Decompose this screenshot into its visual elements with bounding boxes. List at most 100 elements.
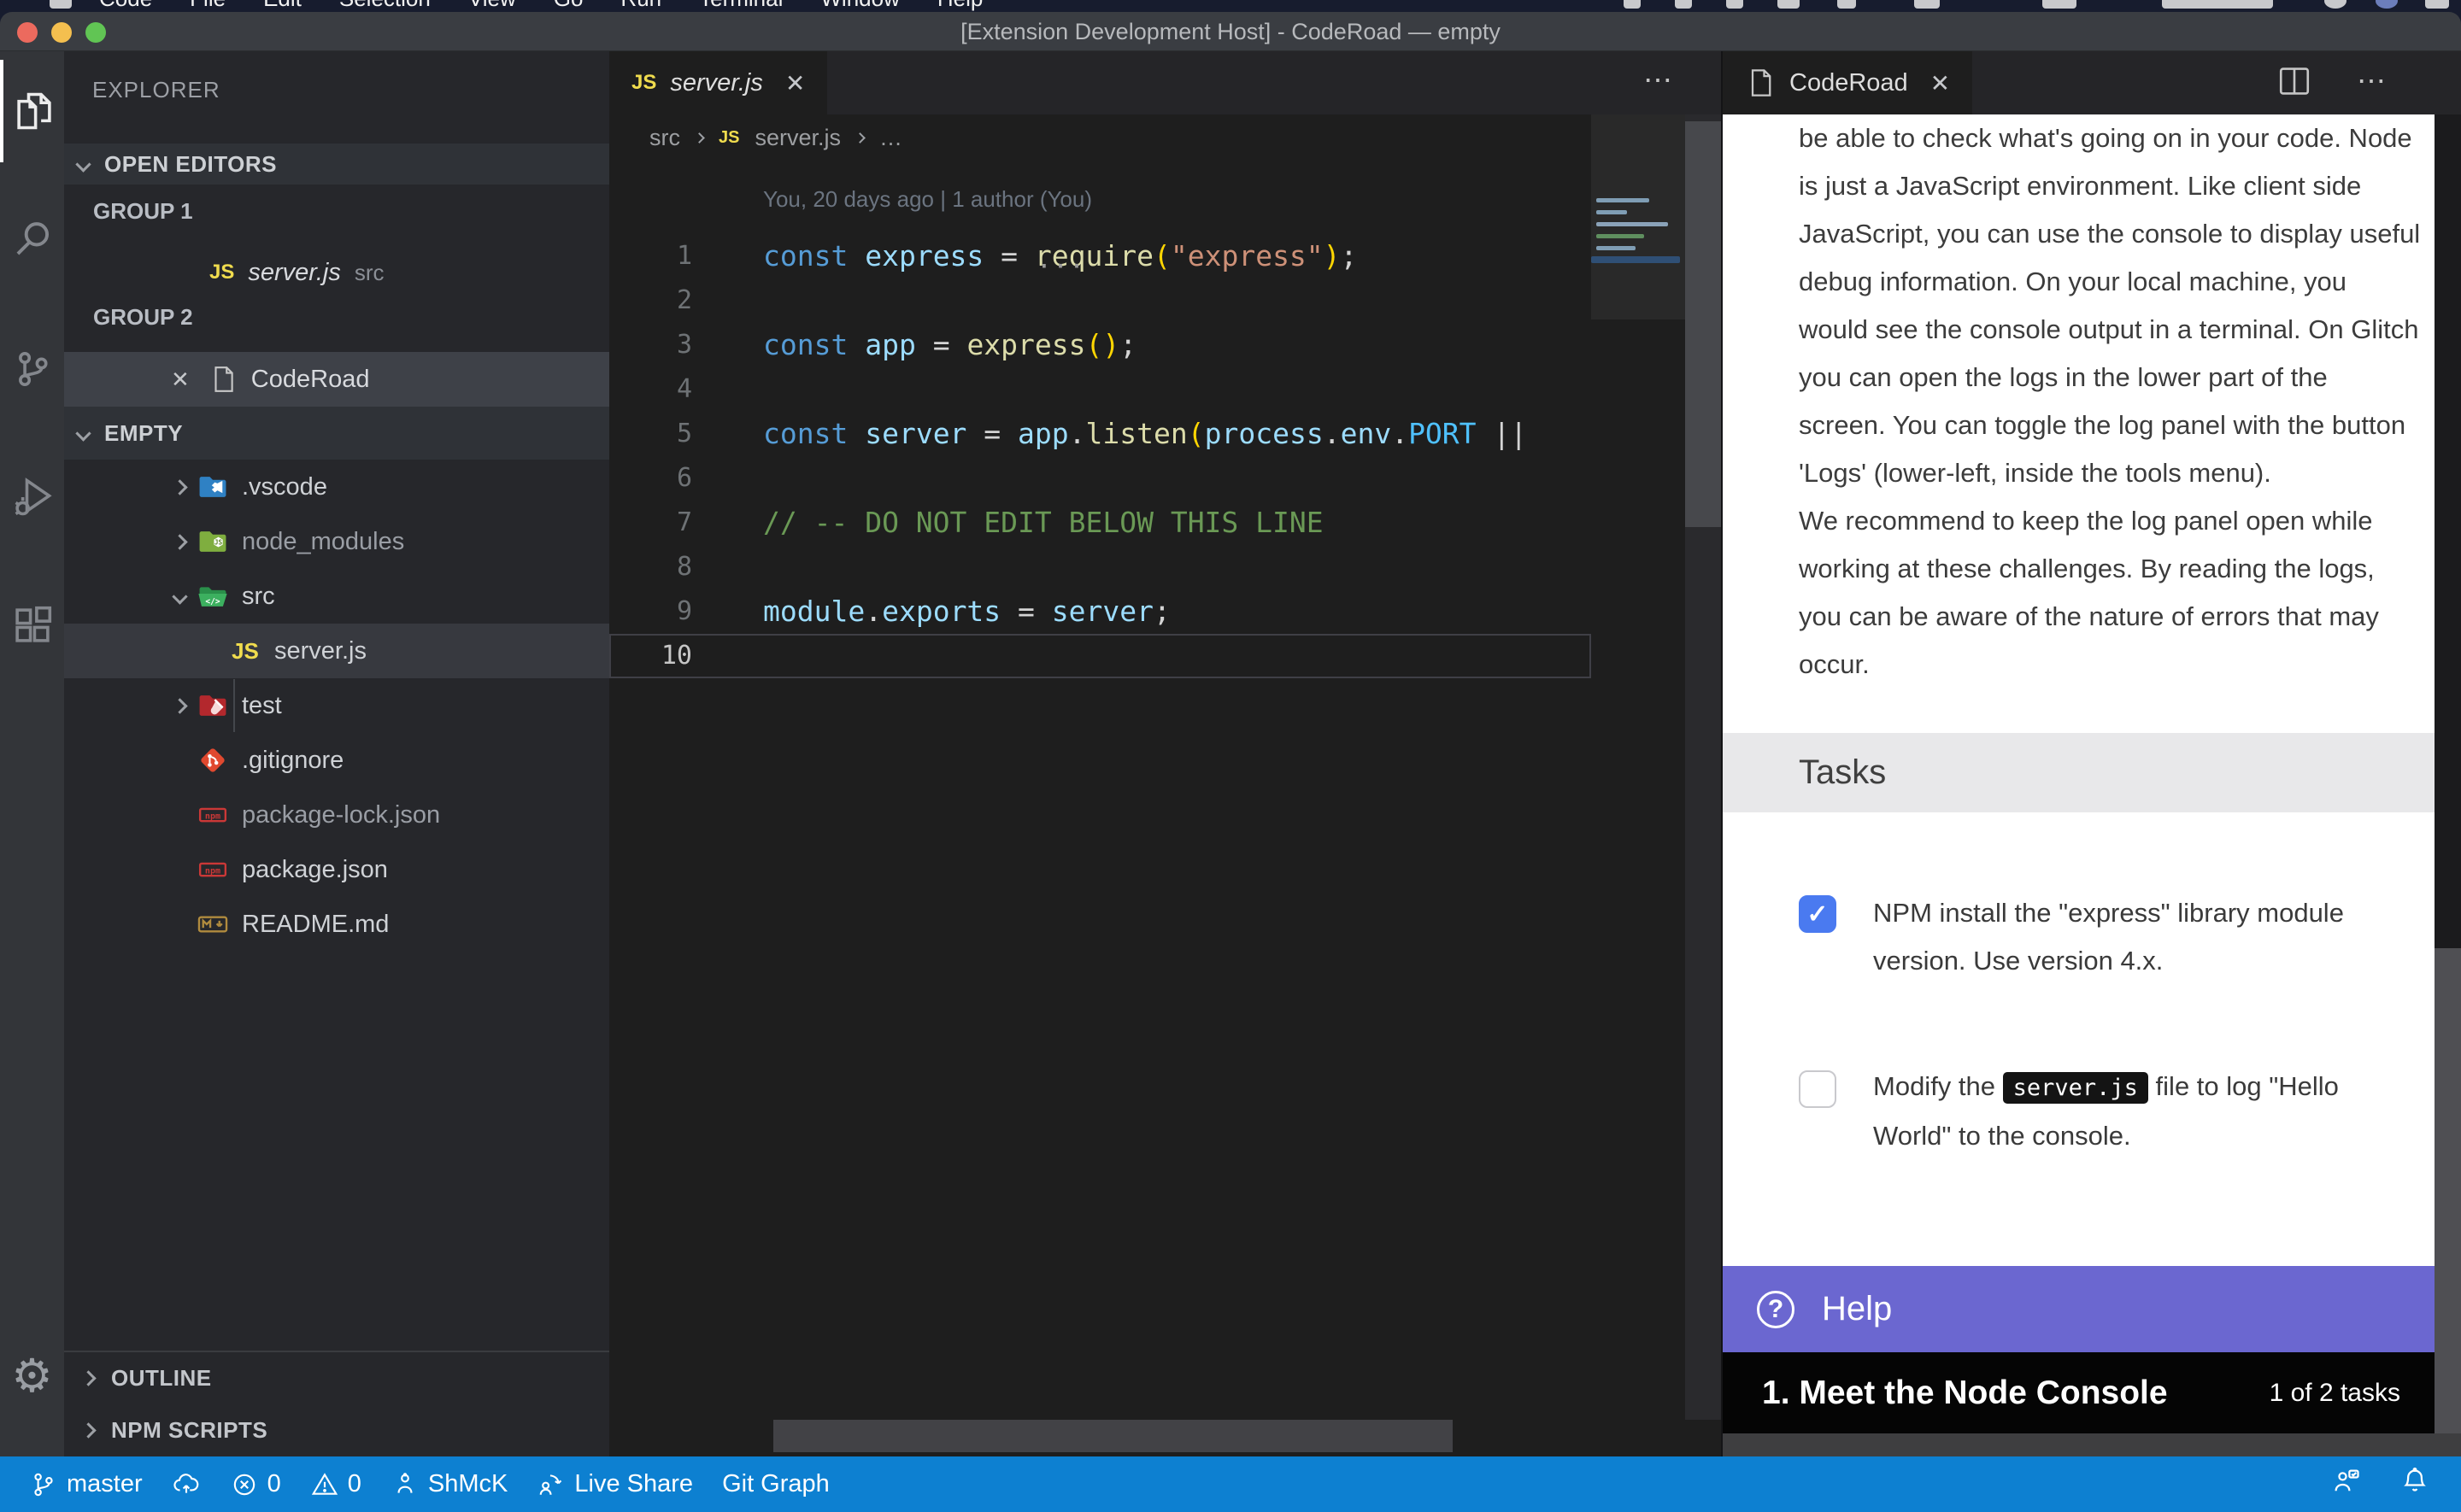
extensions-icon[interactable] bbox=[0, 574, 64, 677]
line-number[interactable]: 3 bbox=[609, 323, 692, 367]
more-actions-icon[interactable]: ⋯ bbox=[2357, 64, 2388, 98]
code-line-9[interactable]: 9module.exports = server; bbox=[609, 589, 1591, 634]
run-debug-icon[interactable] bbox=[0, 446, 64, 548]
breadcrumb[interactable]: src JS server.js … bbox=[649, 125, 902, 151]
open-editor-item-serverjs[interactable]: JS server.js src bbox=[64, 246, 609, 299]
menubar-status-icon[interactable] bbox=[1777, 0, 1800, 9]
status-item-master[interactable]: master bbox=[29, 1470, 143, 1499]
status-right-items bbox=[2331, 1466, 2430, 1503]
tree-item-package-json[interactable]: npmpackage.json bbox=[64, 842, 609, 897]
menu-item-run[interactable]: Run bbox=[620, 0, 661, 12]
tree-item--vscode[interactable]: .vscode bbox=[64, 460, 609, 514]
status-item-shmck[interactable]: ShMcK bbox=[391, 1470, 508, 1499]
tree-item-package-lock-json[interactable]: npmpackage-lock.json bbox=[64, 788, 609, 842]
tab-serverjs[interactable]: JS server.js ✕ bbox=[609, 51, 827, 114]
close-tab-icon[interactable]: ✕ bbox=[785, 69, 805, 97]
menubar-search-icon[interactable] bbox=[2324, 0, 2346, 9]
menu-item-edit[interactable]: Edit bbox=[263, 0, 302, 12]
inline-code-chip: server.js bbox=[2003, 1072, 2148, 1104]
search-icon[interactable] bbox=[0, 188, 64, 290]
menu-item-terminal[interactable]: Terminal bbox=[699, 0, 783, 12]
line-number[interactable]: 6 bbox=[609, 456, 692, 501]
line-number[interactable]: 4 bbox=[609, 367, 692, 412]
tree-item--gitignore[interactable]: .gitignore bbox=[64, 733, 609, 788]
code-line-6[interactable]: 6 bbox=[609, 456, 1591, 501]
chevron-right-icon bbox=[694, 132, 705, 144]
menubar-status-icon[interactable] bbox=[1726, 0, 1743, 9]
menubar-control-center-icon[interactable] bbox=[2425, 0, 2449, 9]
apple-menu-icon[interactable] bbox=[50, 0, 72, 9]
explorer-icon[interactable] bbox=[0, 60, 64, 162]
code-line-1[interactable]: 1const express = require("express"); bbox=[609, 234, 1591, 278]
code-line-5[interactable]: 5const server = app.listen(process.env.P… bbox=[609, 412, 1591, 456]
webview-scrollbar-track[interactable] bbox=[2435, 114, 2461, 948]
task-checkbox-checked[interactable]: ✓ bbox=[1799, 895, 1836, 933]
menu-item-help[interactable]: Help bbox=[937, 0, 983, 12]
menu-item-go[interactable]: Go bbox=[554, 0, 584, 12]
tree-item-src[interactable]: </>src bbox=[64, 569, 609, 624]
workspace-folder-header[interactable]: EMPTY bbox=[64, 407, 609, 460]
lesson-bar[interactable]: 1. Meet the Node Console 1 of 2 tasks bbox=[1723, 1352, 2435, 1433]
menubar-status-icon[interactable] bbox=[1675, 0, 1692, 9]
menu-item-code[interactable]: Code bbox=[99, 0, 152, 12]
editor-vertical-scrollbar[interactable] bbox=[1685, 114, 1721, 1420]
split-editor-icon[interactable] bbox=[2276, 63, 2312, 99]
line-number[interactable]: 9 bbox=[609, 589, 692, 634]
task-checkbox-unchecked[interactable] bbox=[1799, 1070, 1836, 1108]
editor-horizontal-scrollbar[interactable] bbox=[773, 1420, 1453, 1452]
status-item-0[interactable]: 0 bbox=[230, 1470, 281, 1499]
line-number[interactable]: 2 bbox=[609, 278, 692, 323]
close-tab-icon[interactable]: ✕ bbox=[1930, 69, 1950, 97]
status-item-git-graph[interactable]: Git Graph bbox=[722, 1470, 830, 1498]
webview-scrollbar-thumb[interactable] bbox=[2435, 948, 2461, 1433]
menu-item-window[interactable]: Window bbox=[820, 0, 899, 12]
code-line-3[interactable]: 3const app = express(); bbox=[609, 323, 1591, 367]
js-file-icon: JS bbox=[631, 71, 656, 95]
menubar-status-icon[interactable] bbox=[1914, 0, 1940, 9]
editor-group1-label: GROUP 1 bbox=[93, 198, 193, 225]
menubar-status-icon[interactable] bbox=[1837, 0, 1856, 9]
scrollbar-thumb[interactable] bbox=[1685, 121, 1721, 527]
code-line-7[interactable]: 7// -- DO NOT EDIT BELOW THIS LINE bbox=[609, 501, 1591, 545]
editor-actions-more-icon[interactable]: ⋯ bbox=[1643, 63, 1675, 97]
menubar-siri-icon[interactable] bbox=[2376, 0, 2398, 9]
code-line-4[interactable]: 4 bbox=[609, 367, 1591, 412]
tree-item-node-modules[interactable]: JSnode_modules bbox=[64, 514, 609, 569]
gitlens-blame-annotation[interactable]: You, 20 days ago | 1 author (You) bbox=[763, 186, 1092, 213]
settings-gear-icon[interactable]: ⚙ bbox=[0, 1337, 64, 1414]
outline-section[interactable]: OUTLINE bbox=[64, 1351, 609, 1404]
svg-text:JS: JS bbox=[214, 538, 223, 546]
status-item-live-share[interactable]: Live Share bbox=[537, 1470, 693, 1499]
line-number[interactable]: 10 bbox=[609, 634, 692, 678]
open-editor-item-coderoad[interactable]: ✕ CodeRoad bbox=[64, 352, 609, 407]
bell-icon[interactable] bbox=[2399, 1466, 2430, 1503]
code-line-8[interactable]: 8 bbox=[609, 545, 1591, 589]
minimap-slider[interactable] bbox=[1591, 114, 1685, 319]
minimap[interactable] bbox=[1591, 114, 1685, 1420]
line-number[interactable]: 7 bbox=[609, 501, 692, 545]
person-check-icon[interactable] bbox=[2331, 1466, 2362, 1503]
status-item-0[interactable]: 0 bbox=[310, 1470, 361, 1499]
open-editors-header[interactable]: OPEN EDITORS bbox=[64, 144, 609, 185]
line-number[interactable]: 8 bbox=[609, 545, 692, 589]
line-number[interactable]: 5 bbox=[609, 412, 692, 456]
code-line-2[interactable]: 2 bbox=[609, 278, 1591, 323]
tree-item-server-js[interactable]: JSserver.js bbox=[64, 624, 609, 678]
tree-item-readme-md[interactable]: README.md bbox=[64, 897, 609, 952]
menubar-clock[interactable] bbox=[2042, 0, 2076, 9]
line-number[interactable]: 1 bbox=[609, 234, 692, 278]
menu-item-file[interactable]: File bbox=[190, 0, 226, 12]
code-editor[interactable]: 1const express = require("express");23co… bbox=[609, 234, 1591, 678]
source-control-icon[interactable] bbox=[0, 318, 64, 420]
help-bar[interactable]: ? Help bbox=[1723, 1266, 2435, 1352]
menu-item-view[interactable]: View bbox=[468, 0, 516, 12]
menubar-status-icon[interactable] bbox=[1624, 0, 1641, 9]
chevron-down-icon bbox=[172, 589, 187, 604]
menu-item-selection[interactable]: Selection bbox=[339, 0, 431, 12]
tree-item-test[interactable]: test bbox=[64, 678, 609, 733]
close-icon[interactable]: ✕ bbox=[171, 366, 190, 393]
code-line-10[interactable]: 10 bbox=[609, 634, 1591, 678]
tab-coderoad[interactable]: CodeRoad ✕ bbox=[1723, 51, 1972, 114]
npm-scripts-section[interactable]: NPM SCRIPTS bbox=[64, 1404, 609, 1456]
status-item-cloud-upload[interactable] bbox=[172, 1470, 201, 1499]
